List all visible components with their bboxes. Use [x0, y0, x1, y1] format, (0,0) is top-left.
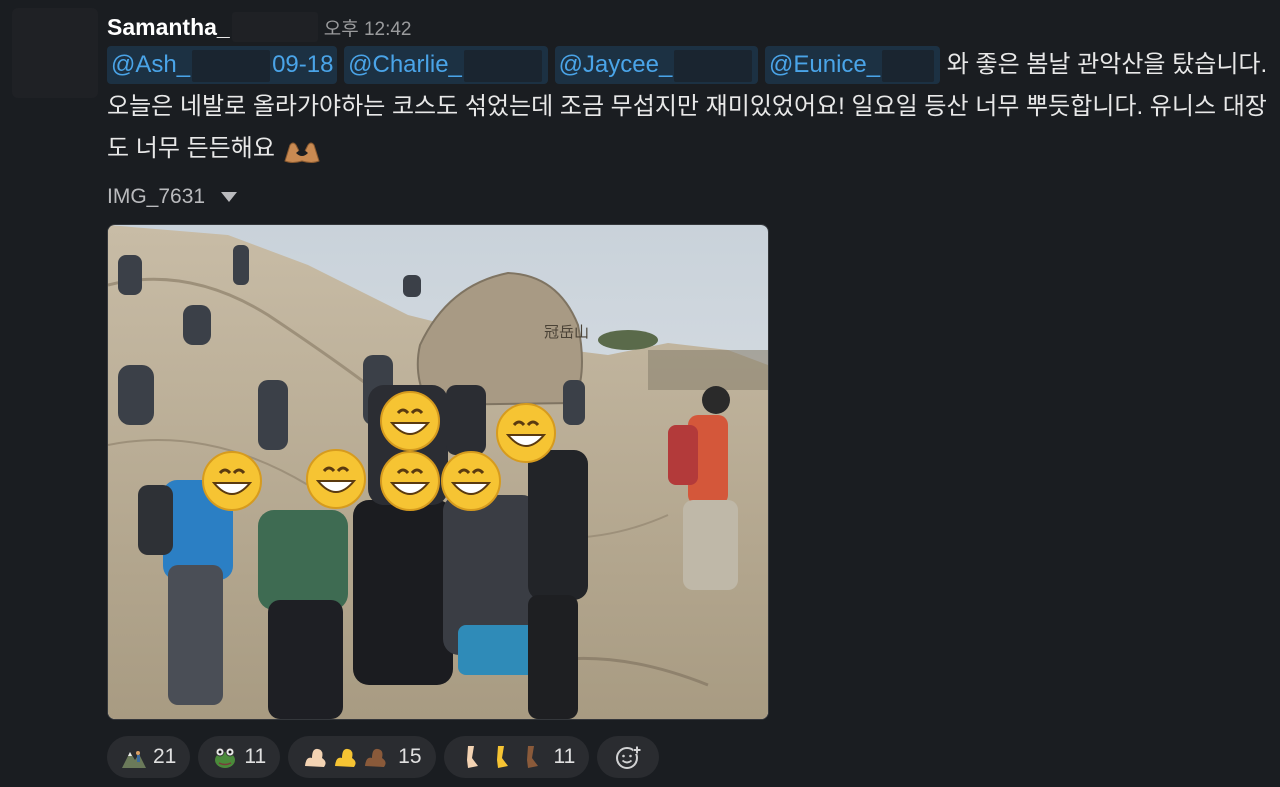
- attachment-header: IMG_7631: [107, 183, 238, 211]
- leg-icon: [458, 744, 548, 770]
- avatar[interactable]: [12, 8, 98, 98]
- reaction-mountain-hiker[interactable]: 21: [107, 736, 191, 778]
- sender-name[interactable]: Samantha_: [107, 14, 230, 41]
- message-body: @Ash_ 09-18 @Charlie_ @Jaycee_ @Eunice_ 와…: [107, 44, 1272, 170]
- attachment-filename[interactable]: IMG_7631: [107, 185, 205, 209]
- reaction-frog-face[interactable]: 11: [198, 736, 281, 778]
- mountain-hiker-icon: [121, 744, 147, 770]
- rock-inscription: 冠岳山: [544, 323, 589, 341]
- attachment-image[interactable]: 冠岳山: [107, 224, 769, 720]
- mention-ash[interactable]: @Ash_ 09-18: [107, 46, 338, 84]
- add-reaction-icon: [615, 744, 642, 770]
- add-reaction-button[interactable]: [597, 736, 660, 778]
- heart-hands-icon: [282, 137, 322, 163]
- reactions-bar: 21 11 15 11: [107, 736, 660, 778]
- collapse-caret-icon[interactable]: [221, 192, 238, 202]
- redacted-name-block: [231, 12, 318, 42]
- message-timestamp[interactable]: 오후 12:42: [324, 14, 412, 41]
- reaction-count: 11: [244, 745, 267, 768]
- flexed-biceps-icon: [302, 744, 392, 770]
- message-container: Samantha_ 오후 12:42 @Ash_ 09-18 @Charlie_ …: [0, 0, 1280, 787]
- reaction-flexed-biceps[interactable]: 15: [288, 736, 436, 778]
- reaction-count: 21: [153, 745, 177, 768]
- mention-charlie[interactable]: @Charlie_: [344, 46, 548, 84]
- frog-face-icon: [212, 744, 238, 770]
- reaction-leg[interactable]: 11: [443, 736, 590, 778]
- reaction-count: 15: [398, 745, 422, 768]
- mention-eunice[interactable]: @Eunice_: [765, 46, 941, 84]
- mention-jaycee[interactable]: @Jaycee_: [554, 46, 759, 84]
- reaction-count: 11: [553, 745, 576, 768]
- message-header: Samantha_ 오후 12:42: [107, 10, 412, 44]
